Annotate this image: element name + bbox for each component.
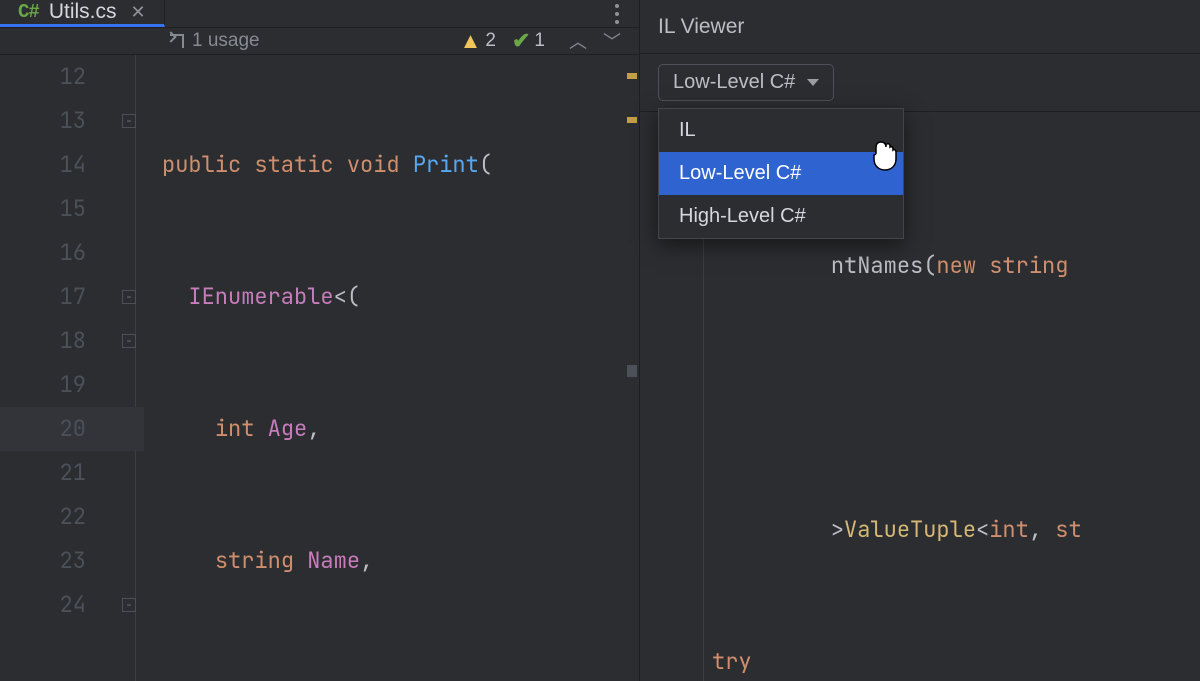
fold-icon[interactable]: − xyxy=(122,598,136,612)
gutter: 12 13− 14 15 16 17− 18− 19 20 21 22 23 2… xyxy=(0,55,150,681)
tab-bar: C# Utils.cs ✕ xyxy=(0,0,639,28)
prev-highlight-icon[interactable]: ︿ xyxy=(569,28,587,54)
fold-icon[interactable]: − xyxy=(122,334,136,348)
il-level-dropdown: IL Low-Level C# High-Level C# xyxy=(658,108,904,239)
fold-icon[interactable]: − xyxy=(122,290,136,304)
code-area[interactable]: 12 13− 14 15 16 17− 18− 19 20 21 22 23 2… xyxy=(0,55,639,681)
next-highlight-icon[interactable]: ﹀ xyxy=(603,28,621,54)
close-icon[interactable]: ✕ xyxy=(130,2,145,23)
usage-label[interactable]: 1 usage xyxy=(192,30,260,52)
editor-pane: C# Utils.cs ✕ 1 usage ▲ 2 ✔ 1 ︿ ﹀ 12 13−… xyxy=(0,0,640,681)
fold-icon[interactable]: − xyxy=(122,114,136,128)
il-viewer-pane: IL Viewer Low-Level C# IL Low-Level C# H… xyxy=(640,0,1200,681)
dropdown-item-low[interactable]: Low-Level C# xyxy=(659,152,903,195)
tab-filename: Utils.cs xyxy=(49,0,117,24)
chevron-down-icon xyxy=(807,79,819,86)
il-viewer-title: IL Viewer xyxy=(640,0,1200,54)
tab-menu-icon[interactable] xyxy=(609,0,625,30)
dropdown-item-high[interactable]: High-Level C# xyxy=(659,195,903,238)
file-tab[interactable]: C# Utils.cs ✕ xyxy=(0,0,165,27)
warning-icon[interactable]: ▲ xyxy=(460,28,482,54)
ok-icon[interactable]: ✔ xyxy=(512,28,530,54)
warning-count: 2 xyxy=(485,30,496,52)
csharp-icon: C# xyxy=(18,1,39,23)
il-level-selector[interactable]: Low-Level C# xyxy=(658,64,834,101)
ok-count: 1 xyxy=(534,30,545,52)
inspections-bar: 1 usage ▲ 2 ✔ 1 ︿ ﹀ xyxy=(0,28,639,55)
dropdown-item-il[interactable]: IL xyxy=(659,109,903,152)
marker-strip[interactable] xyxy=(625,55,639,681)
il-selector-bar: Low-Level C# IL Low-Level C# High-Level … xyxy=(640,54,1200,112)
code-lines[interactable]: public static void Print( IEnumerable<( … xyxy=(150,55,639,681)
usage-icon xyxy=(170,34,184,48)
